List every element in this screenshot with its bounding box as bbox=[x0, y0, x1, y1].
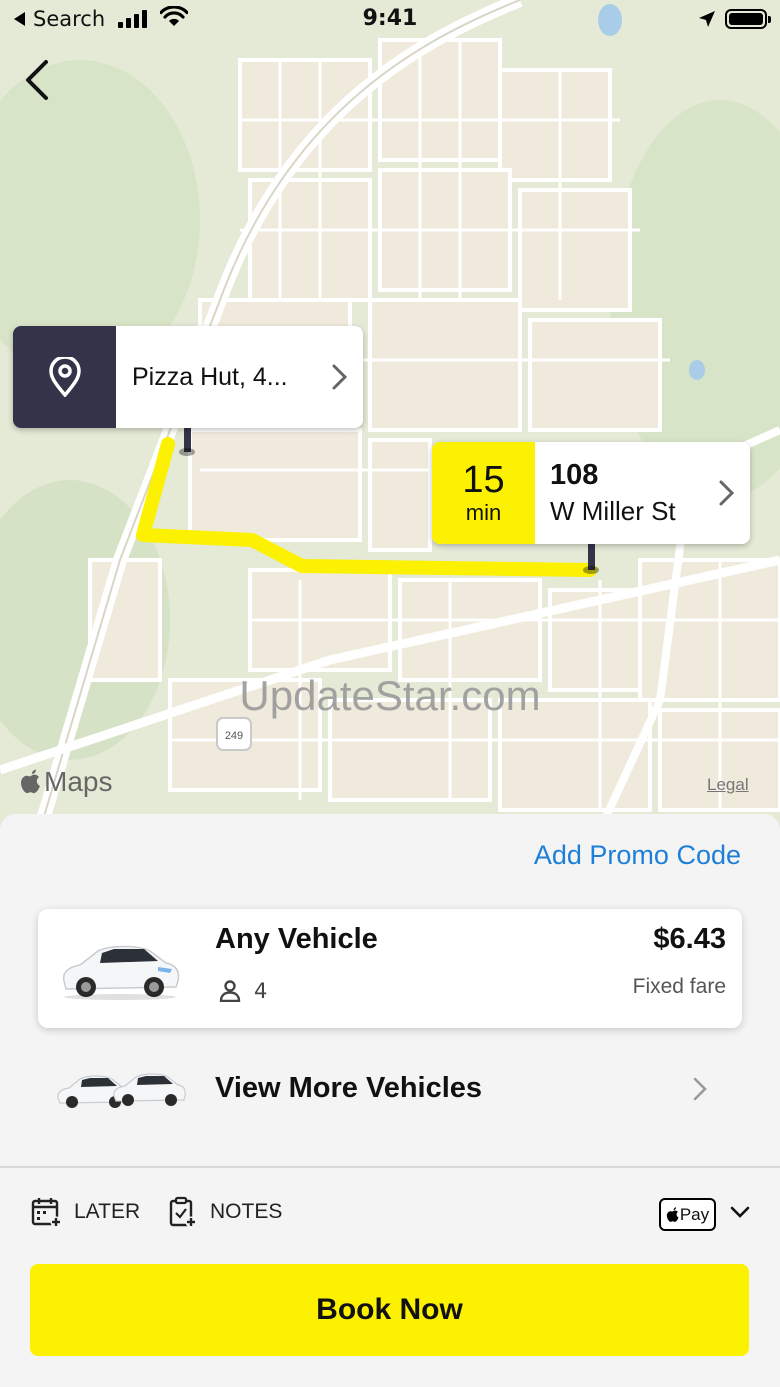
clock: 9:41 bbox=[362, 6, 418, 31]
dropoff-chevron bbox=[704, 442, 750, 544]
booking-options-bar: LATER NOTES Pay bbox=[0, 1196, 780, 1236]
watermark: UpdateStar.com bbox=[239, 672, 541, 719]
vehicle-price: $6.43 bbox=[653, 923, 726, 955]
dropoff-address: 108 W Miller St bbox=[535, 442, 704, 544]
view-more-vehicles-row[interactable]: View More Vehicles bbox=[0, 1046, 780, 1134]
dropoff-address-line2: W Miller St bbox=[550, 496, 676, 526]
apple-pay-icon bbox=[666, 1206, 679, 1222]
apple-pay-button[interactable]: Pay bbox=[659, 1198, 716, 1231]
eta-unit: min bbox=[465, 500, 502, 525]
eta-value: 15 bbox=[462, 459, 505, 501]
pickup-chevron bbox=[317, 326, 363, 428]
notes-add-icon bbox=[169, 1196, 197, 1228]
map-view[interactable]: 249 Search 9:41 Pizza Hut, 4... 15 min 1… bbox=[0, 0, 780, 830]
booking-sheet: Add Promo Code Any Vehicle 4 $6.43 Fixed… bbox=[0, 814, 780, 1387]
chevron-right-icon bbox=[719, 480, 735, 506]
location-pin-icon bbox=[48, 357, 81, 397]
pickup-label: Pizza Hut, 4... bbox=[132, 362, 288, 391]
chevron-right-icon bbox=[693, 1077, 707, 1101]
back-chevron-icon[interactable] bbox=[18, 56, 58, 104]
legal-link[interactable]: Legal bbox=[707, 775, 749, 795]
status-bar: Search 9:41 bbox=[0, 0, 780, 40]
eta-badge: 15 min bbox=[432, 442, 535, 544]
dropoff-address-line1: 108 bbox=[550, 459, 599, 491]
seat-count: 4 bbox=[254, 979, 268, 1003]
maps-label: Maps bbox=[44, 766, 113, 797]
car-icon bbox=[62, 945, 180, 1000]
battery-icon bbox=[725, 9, 771, 29]
vehicle-name: Any Vehicle bbox=[215, 923, 378, 955]
dropoff-location-card[interactable]: 15 min 108 W Miller St bbox=[432, 442, 750, 544]
apple-pay-label: Pay bbox=[679, 1204, 710, 1224]
book-now-button[interactable]: Book Now bbox=[30, 1264, 749, 1356]
divider bbox=[0, 1166, 780, 1168]
chevron-down-icon[interactable] bbox=[728, 1204, 752, 1220]
add-notes-button[interactable]: NOTES bbox=[168, 1196, 282, 1228]
chevron-right-icon bbox=[332, 364, 348, 390]
add-promo-code-link[interactable]: Add Promo Code bbox=[534, 840, 741, 871]
vehicle-seats: 4 bbox=[218, 979, 267, 1003]
pickup-pin-box bbox=[13, 326, 116, 428]
apple-logo-icon bbox=[21, 769, 40, 794]
multiple-cars-icon bbox=[57, 1073, 186, 1108]
apple-maps-logo: Maps bbox=[20, 766, 112, 798]
notes-label: NOTES bbox=[210, 1200, 283, 1223]
fare-type: Fixed fare bbox=[632, 975, 726, 998]
later-label: LATER bbox=[74, 1200, 141, 1223]
vehicle-option-card[interactable]: Any Vehicle 4 $6.43 Fixed fare bbox=[38, 909, 742, 1028]
schedule-later-button[interactable]: LATER bbox=[30, 1196, 140, 1228]
location-arrow-icon bbox=[699, 11, 715, 27]
pickup-location-card[interactable]: Pizza Hut, 4... bbox=[13, 326, 363, 428]
calendar-add-icon bbox=[31, 1198, 62, 1228]
person-icon bbox=[219, 980, 241, 1002]
highway-shield-text: 249 bbox=[225, 730, 243, 742]
view-more-vehicles-label: View More Vehicles bbox=[215, 1072, 483, 1104]
